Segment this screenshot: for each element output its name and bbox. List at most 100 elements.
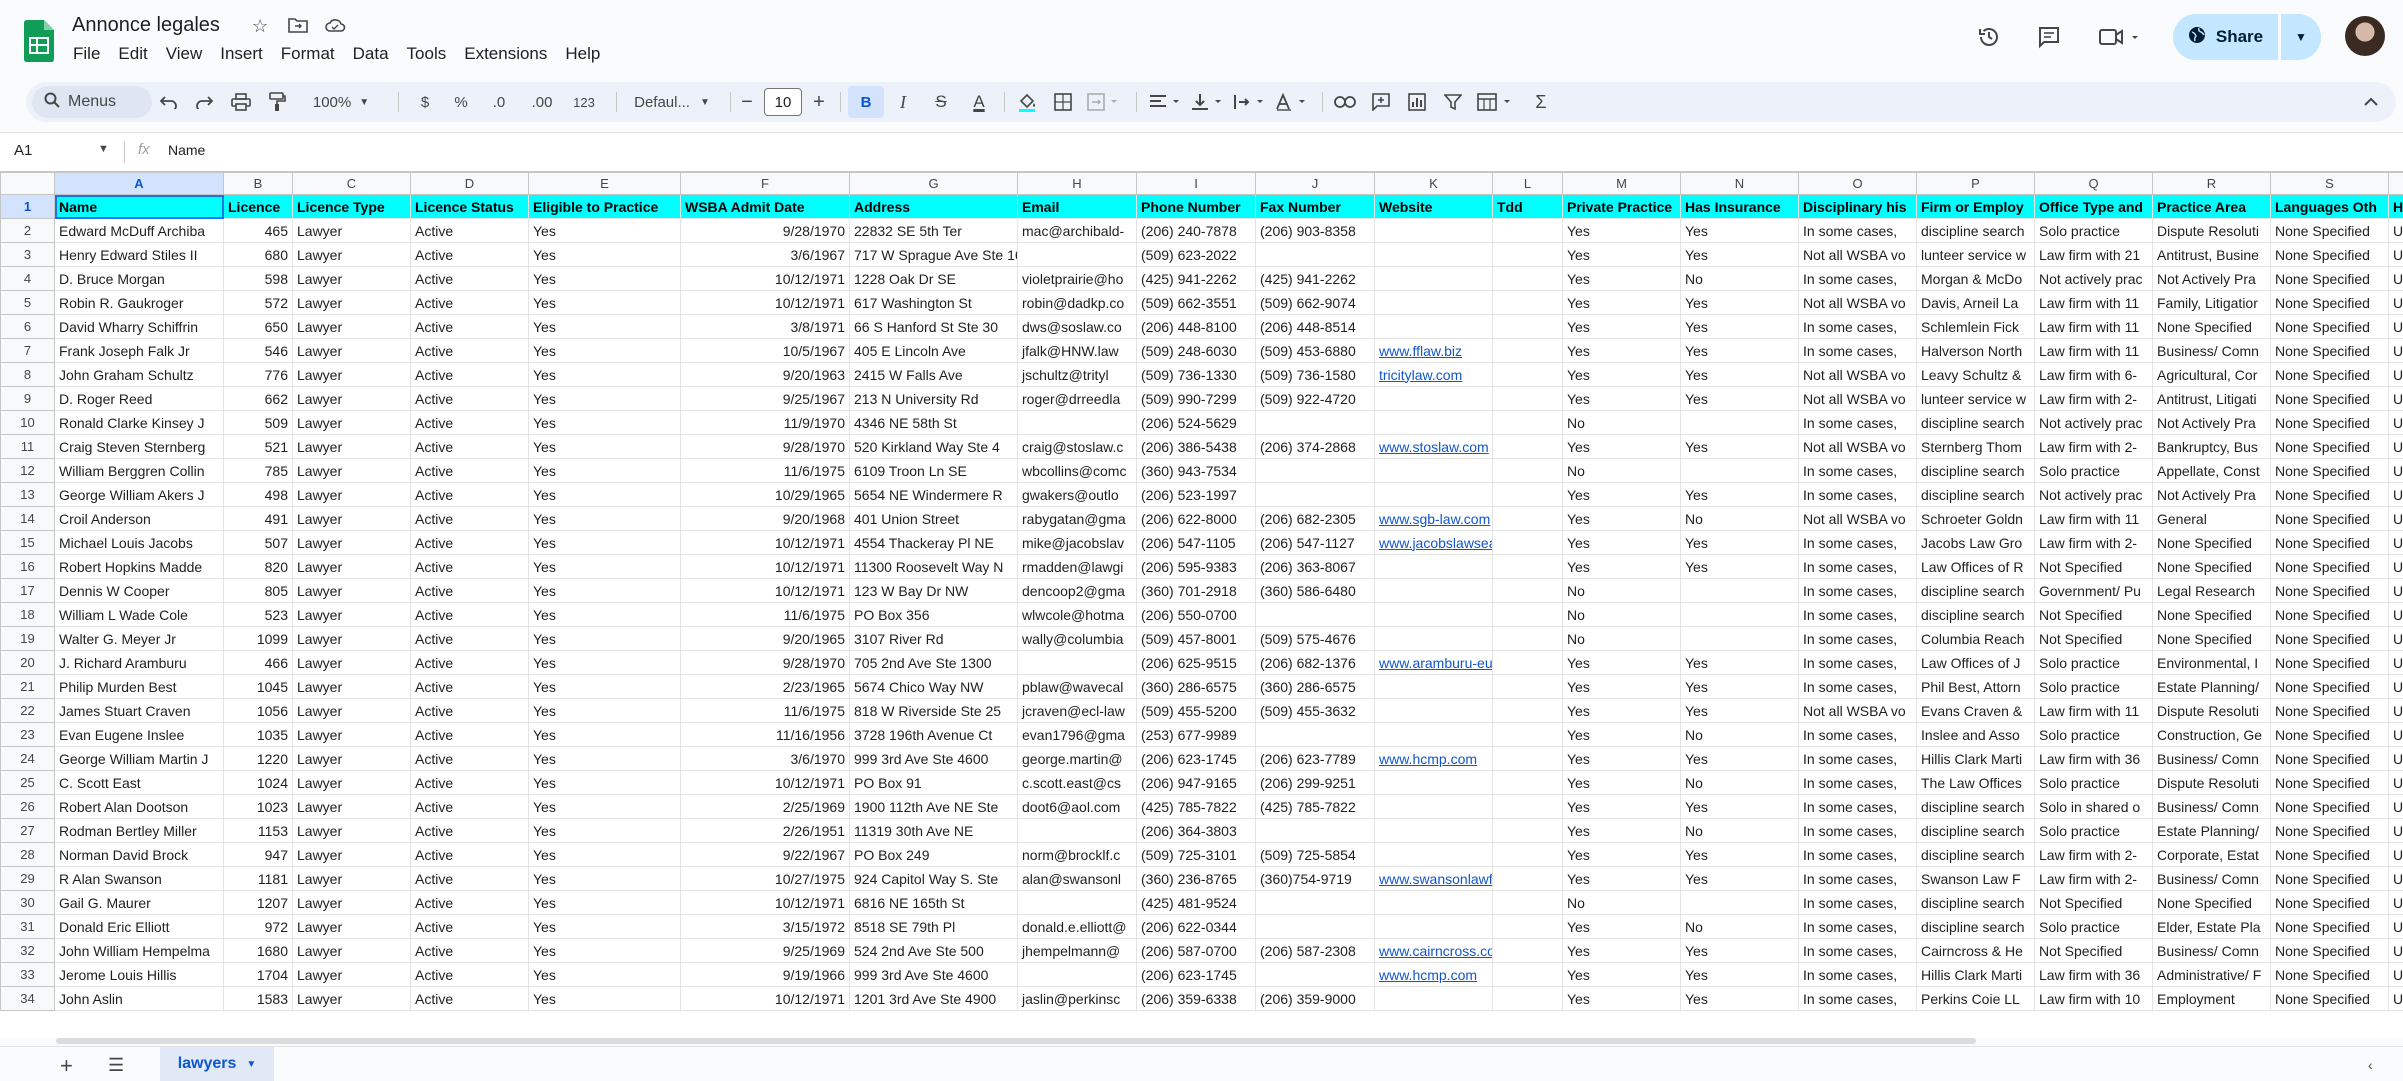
cell[interactable]: Yes	[1681, 555, 1799, 579]
cell[interactable]: None Specified	[2271, 339, 2389, 363]
cell[interactable]: (360) 943-7534	[1137, 459, 1256, 483]
cell[interactable]: Evan Eugene Inslee	[55, 723, 224, 747]
cell[interactable]: (509) 990-7299	[1137, 387, 1256, 411]
cell[interactable]: (206) 547-1105	[1137, 531, 1256, 555]
sheet-tab-lawyers[interactable]: lawyers ▼	[160, 1047, 274, 1081]
all-sheets-menu-icon[interactable]: ☰	[108, 1055, 124, 1076]
header-cell[interactable]: Website	[1375, 195, 1493, 219]
cell[interactable]: PO Box 356	[850, 603, 1018, 627]
cell[interactable]: 6816 NE 165th St	[850, 891, 1018, 915]
cell[interactable]: (360) 286-6575	[1137, 675, 1256, 699]
cell[interactable]: U	[2389, 867, 2403, 891]
cell[interactable]	[1375, 387, 1493, 411]
row-number[interactable]: 22	[1, 699, 55, 723]
cell[interactable]	[1681, 411, 1799, 435]
cell[interactable]	[1681, 579, 1799, 603]
cell[interactable]: Government/ Pu	[2035, 579, 2153, 603]
cell[interactable]: Lawyer	[293, 291, 411, 315]
cell[interactable]	[1493, 795, 1563, 819]
cell[interactable]: Solo practice	[2035, 675, 2153, 699]
cell[interactable]: William Berggren Collin	[55, 459, 224, 483]
column-header-j[interactable]: J	[1256, 173, 1375, 195]
header-cell[interactable]: Email	[1018, 195, 1137, 219]
cell[interactable]: (206) 448-8100	[1137, 315, 1256, 339]
meet-video-icon[interactable]	[2096, 22, 2146, 52]
cell[interactable]: Lawyer	[293, 315, 411, 339]
cell[interactable]: Yes	[529, 699, 681, 723]
cell[interactable]: (206) 587-0700	[1137, 939, 1256, 963]
cell[interactable]: (206) 682-2305	[1256, 507, 1375, 531]
cell[interactable]: 11/6/1975	[681, 699, 850, 723]
cell[interactable]: 2415 W Falls Ave	[850, 363, 1018, 387]
column-header-b[interactable]: B	[224, 173, 293, 195]
cell[interactable]: c.scott.east@cs	[1018, 771, 1137, 795]
cell[interactable]: Solo practice	[2035, 723, 2153, 747]
cloud-saved-icon[interactable]	[324, 16, 346, 39]
cell[interactable]: None Specified	[2153, 555, 2271, 579]
cell[interactable]	[1375, 843, 1493, 867]
cell[interactable]: craig@stoslaw.c	[1018, 435, 1137, 459]
cell[interactable]: 6109 Troon Ln SE	[850, 459, 1018, 483]
horizontal-scrollbar[interactable]	[56, 1038, 1976, 1044]
cell[interactable]: None Specified	[2271, 843, 2389, 867]
cell[interactable]: George William Akers J	[55, 483, 224, 507]
number-format-button[interactable]: 123	[566, 88, 602, 116]
cell[interactable]	[1681, 603, 1799, 627]
cell[interactable]: Not Specified	[2035, 627, 2153, 651]
cell[interactable]: Law firm with 11	[2035, 315, 2153, 339]
cell[interactable]: 466	[224, 651, 293, 675]
cell[interactable]: Yes	[1563, 675, 1681, 699]
font-family-select[interactable]: Defaul... ▼	[622, 88, 722, 116]
cell[interactable]: In some cases,	[1799, 411, 1917, 435]
cell[interactable]: Active	[411, 867, 529, 891]
cell[interactable]: In some cases,	[1799, 747, 1917, 771]
row-number[interactable]: 30	[1, 891, 55, 915]
cell[interactable]: Yes	[1563, 987, 1681, 1011]
cell[interactable]: Perkins Coie LL	[1917, 987, 2035, 1011]
cell[interactable]: Schroeter Goldn	[1917, 507, 2035, 531]
cell[interactable]: Law firm with 11	[2035, 339, 2153, 363]
cell[interactable]: U	[2389, 411, 2403, 435]
cell[interactable]: In some cases,	[1799, 891, 1917, 915]
menu-view[interactable]: View	[157, 42, 212, 68]
cell[interactable]	[1375, 771, 1493, 795]
menu-data[interactable]: Data	[344, 42, 398, 68]
cell[interactable]: Law firm with 2-	[2035, 867, 2153, 891]
cell[interactable]: Yes	[1681, 363, 1799, 387]
menu-file[interactable]: File	[64, 42, 109, 68]
cell[interactable]: Lawyer	[293, 363, 411, 387]
cell[interactable]: None Specified	[2271, 987, 2389, 1011]
cell[interactable]: 491	[224, 507, 293, 531]
header-cell[interactable]: Fax Number	[1256, 195, 1375, 219]
cell[interactable]: Yes	[1563, 267, 1681, 291]
cell[interactable]: Edward McDuff Archiba	[55, 219, 224, 243]
cell[interactable]: Inslee and Asso	[1917, 723, 2035, 747]
cell[interactable]: (206) 623-1745	[1137, 963, 1256, 987]
row-number[interactable]: 14	[1, 507, 55, 531]
cell[interactable]: Yes	[1563, 819, 1681, 843]
cell[interactable]: U	[2389, 771, 2403, 795]
cell[interactable]	[1256, 483, 1375, 507]
cell[interactable]: Yes	[529, 459, 681, 483]
header-cell[interactable]: Disciplinary his	[1799, 195, 1917, 219]
cell[interactable]: Phil Best, Attorn	[1917, 675, 2035, 699]
row-number[interactable]: 33	[1, 963, 55, 987]
cell[interactable]: John William Hempelma	[55, 939, 224, 963]
cell[interactable]: Leavy Schultz &	[1917, 363, 2035, 387]
cell[interactable]: 11/16/1956	[681, 723, 850, 747]
cell[interactable]: 947	[224, 843, 293, 867]
cell[interactable]: 3/6/1970	[681, 747, 850, 771]
create-filter-icon[interactable]	[1438, 88, 1468, 116]
cell[interactable]: 4346 NE 58th St	[850, 411, 1018, 435]
cell[interactable]: Lawyer	[293, 219, 411, 243]
cell[interactable]: 405 E Lincoln Ave	[850, 339, 1018, 363]
cell[interactable]: Yes	[1681, 867, 1799, 891]
cell[interactable]: (206) 622-0344	[1137, 915, 1256, 939]
cell[interactable]: www.cairncross.com	[1375, 939, 1493, 963]
cell[interactable]: None Specified	[2271, 915, 2389, 939]
cell[interactable]: In some cases,	[1799, 531, 1917, 555]
header-cell[interactable]: Tdd	[1493, 195, 1563, 219]
cell[interactable]: Hillis Clark Marti	[1917, 747, 2035, 771]
share-dropdown-arrow-icon[interactable]: ▼	[2281, 14, 2321, 60]
cell[interactable]: Yes	[529, 267, 681, 291]
